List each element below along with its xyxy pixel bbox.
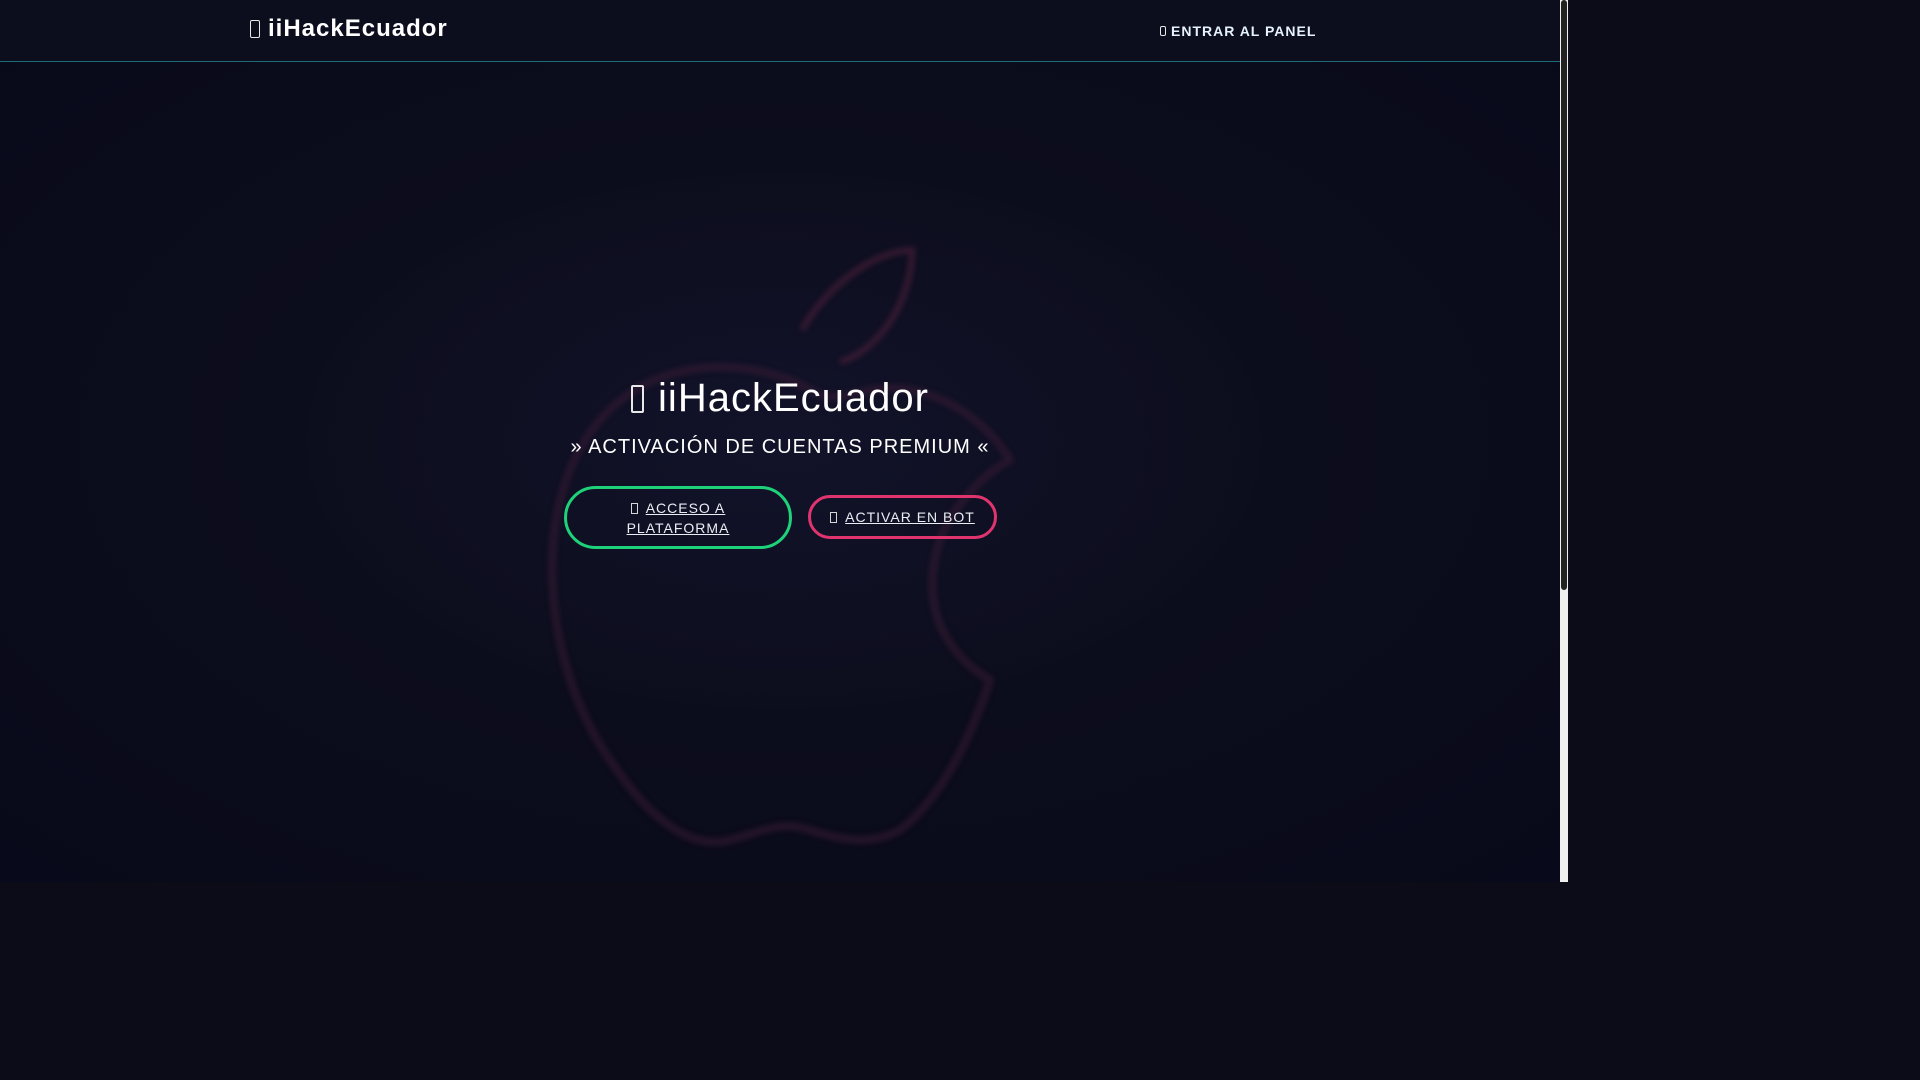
top-navbar: iiHackEcuador ENTRAR AL PANEL xyxy=(0,0,1560,62)
enter-panel-label: ENTRAR AL PANEL xyxy=(1171,23,1317,39)
page-scrollbar[interactable] xyxy=(1560,0,1568,882)
bot-button-label: ACTIVAR EN BOT xyxy=(845,509,975,525)
enter-panel-link[interactable]: ENTRAR AL PANEL xyxy=(1160,23,1316,39)
apple-icon xyxy=(631,384,645,413)
page: iiHackEcuador ENTRAR AL PANEL iiHackEcua… xyxy=(0,0,1568,882)
brand-link[interactable]: iiHackEcuador xyxy=(250,15,448,43)
robot-icon xyxy=(830,511,838,523)
platform-button-label-line1: ACCESO A xyxy=(645,499,726,516)
hero-title-text: iiHackEcuador xyxy=(658,376,929,420)
activate-bot-button[interactable]: ACTIVAR EN BOT xyxy=(808,495,997,539)
apple-icon xyxy=(250,20,260,38)
apple-outline-decoration xyxy=(548,246,1015,846)
login-icon xyxy=(1160,26,1166,36)
scrollbar-thumb[interactable] xyxy=(1561,0,1567,590)
globe-icon xyxy=(630,503,638,515)
hero-subtitle: » ACTIVACIÓN DE CUENTAS PREMIUM « xyxy=(570,436,990,458)
brand-text: iiHackEcuador xyxy=(268,15,448,42)
platform-button-label-line2: PLATAFORMA xyxy=(626,519,730,536)
platform-access-button[interactable]: ACCESO A PLATAFORMA xyxy=(564,486,792,549)
hero-title: iiHackEcuador xyxy=(0,376,1560,421)
